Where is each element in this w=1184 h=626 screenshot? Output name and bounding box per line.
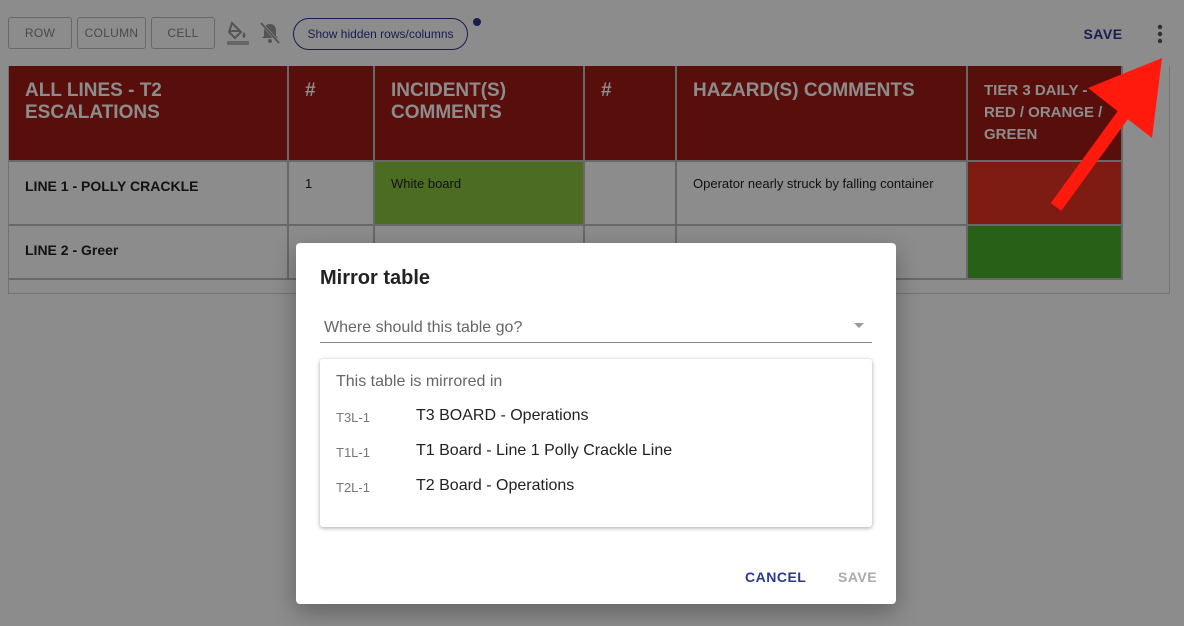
destination-select[interactable]: Where should this table go? — [320, 313, 872, 343]
mirrored-in-list: This table is mirrored in T3L-1 T3 BOARD… — [320, 359, 872, 527]
list-item[interactable]: T3L-1 T3 BOARD - Operations — [336, 407, 856, 431]
dialog-title: Mirror table — [320, 267, 431, 289]
dialog-save-button[interactable]: SAVE — [838, 566, 877, 588]
mirror-name: T2 Board - Operations — [416, 477, 575, 494]
caret-down-icon — [854, 323, 864, 328]
mirror-name: T3 BOARD - Operations — [416, 407, 589, 424]
list-item[interactable]: T2L-1 T2 Board - Operations — [336, 477, 856, 501]
select-placeholder: Where should this table go? — [324, 319, 523, 336]
mirror-code: T1L-1 — [336, 445, 370, 460]
mirror-name: T1 Board - Line 1 Polly Crackle Line — [416, 442, 673, 459]
mirror-code: T3L-1 — [336, 410, 370, 425]
list-item[interactable]: T1L-1 T1 Board - Line 1 Polly Crackle Li… — [336, 442, 856, 466]
mirror-code: T2L-1 — [336, 480, 370, 495]
mirror-table-dialog: Mirror table Where should this table go?… — [296, 243, 896, 604]
mirrored-in-heading: This table is mirrored in — [336, 373, 503, 390]
annotation-arrow — [1040, 52, 1180, 222]
cancel-button[interactable]: CANCEL — [745, 566, 806, 588]
